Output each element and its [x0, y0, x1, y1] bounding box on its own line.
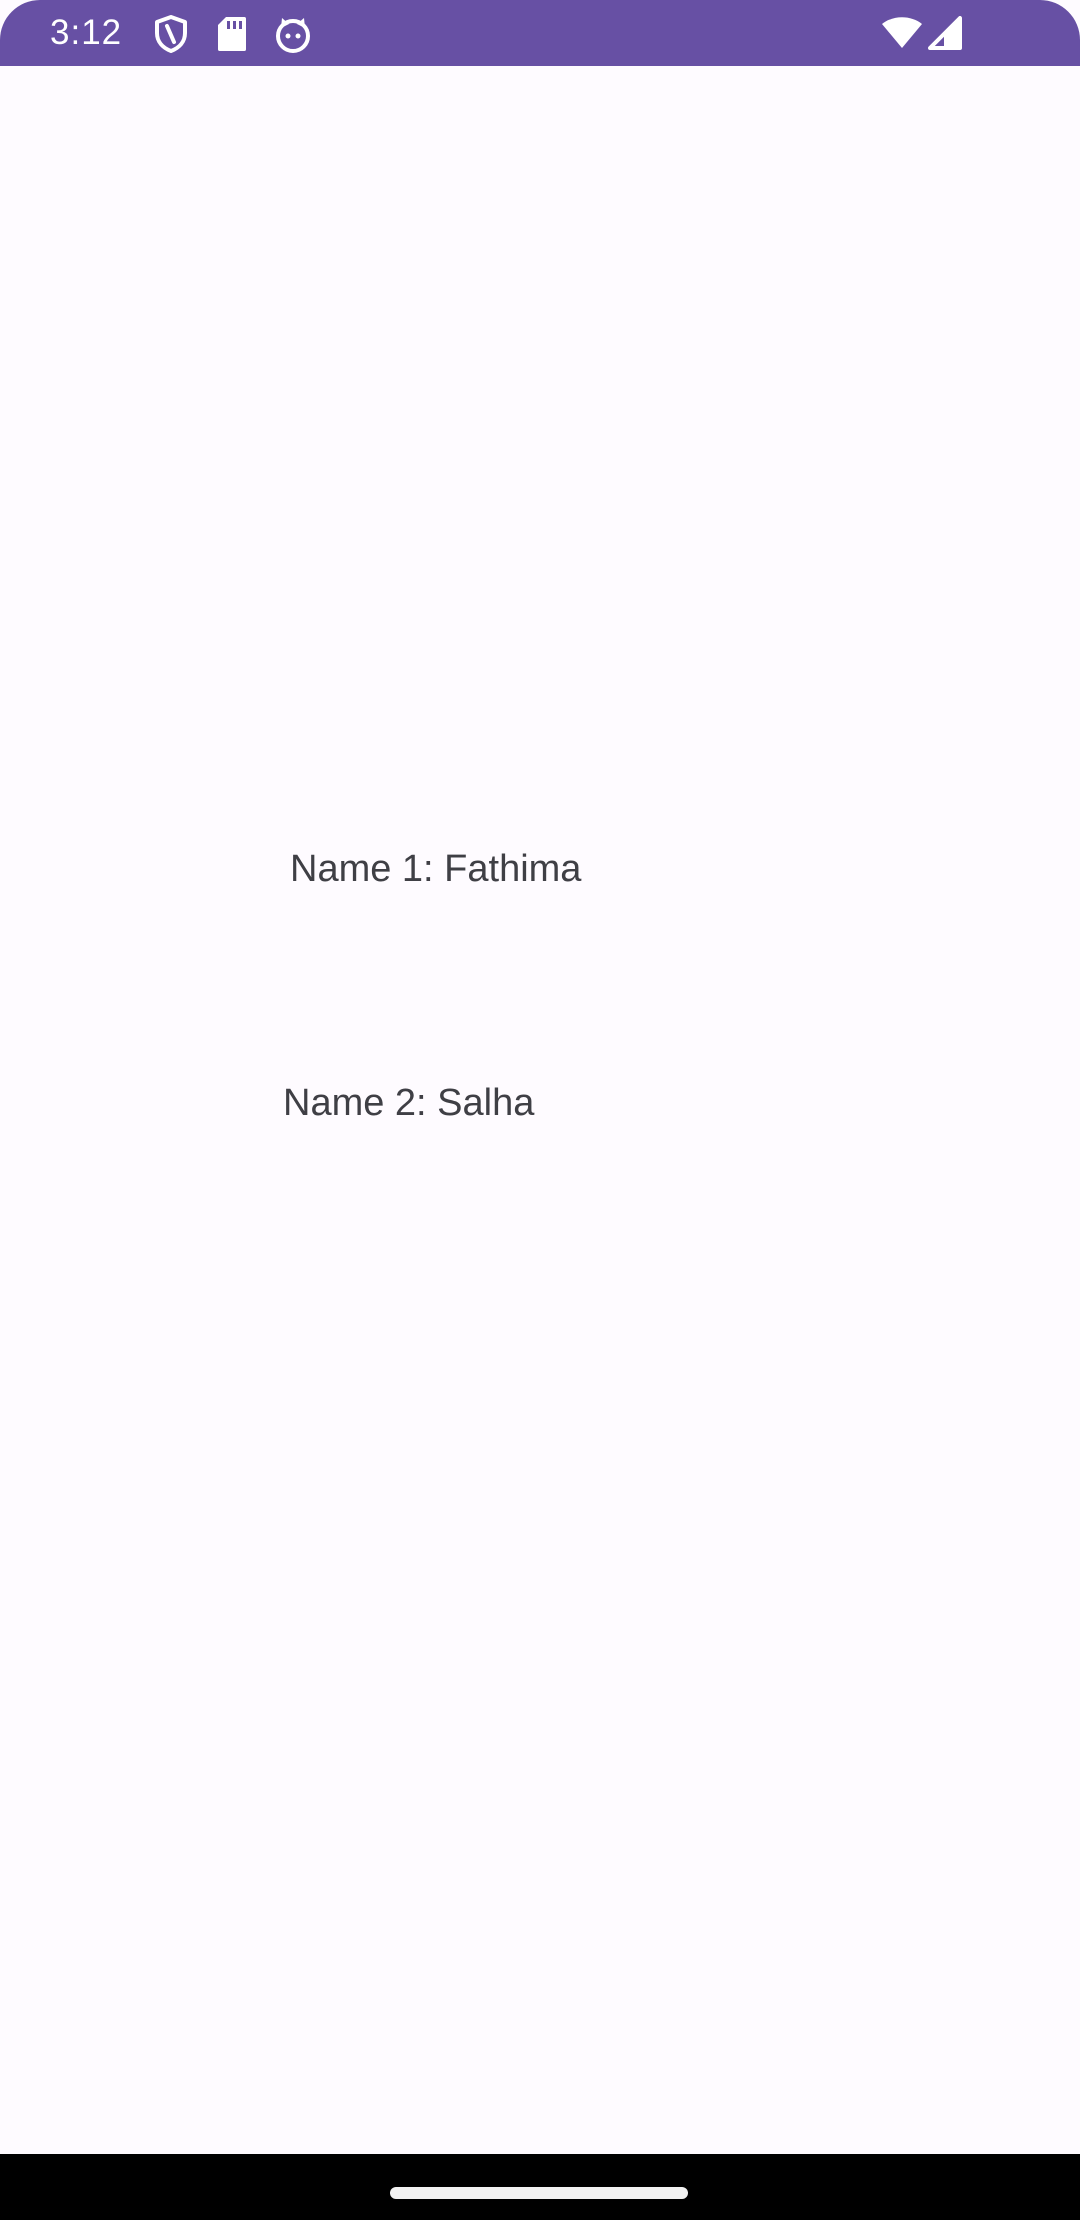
- cat-face-icon: [276, 18, 310, 53]
- main-content: Name 1: Fathima Name 2: Salha: [0, 66, 1080, 2154]
- sd-card-icon: [218, 17, 246, 51]
- cell-signal-icon: [928, 16, 962, 50]
- name-2-label: Name 2: Salha: [283, 1082, 535, 1124]
- app-screen: 3:12 Name 1: Fathima Name 2: Salha: [0, 0, 1080, 2220]
- status-bar: 3:12: [0, 0, 1080, 66]
- status-time: 3:12: [50, 13, 123, 52]
- navigation-bar: [0, 2154, 1080, 2220]
- name-1-label: Name 1: Fathima: [290, 848, 582, 890]
- wifi-icon: [882, 17, 922, 48]
- shield-icon: [155, 15, 187, 53]
- home-gesture-handle[interactable]: [390, 2187, 688, 2199]
